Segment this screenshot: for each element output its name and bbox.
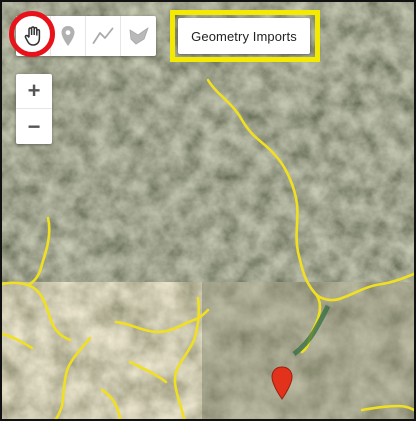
line-draw-tool-button[interactable] <box>86 16 121 56</box>
hand-icon <box>24 26 41 46</box>
satellite-map[interactable] <box>2 2 414 419</box>
zoom-control: + − <box>16 74 52 144</box>
point-marker-tool-button[interactable] <box>51 16 86 56</box>
terrain-right-tile <box>202 282 414 419</box>
polygon-icon <box>129 27 148 45</box>
zoom-out-button[interactable]: − <box>16 109 52 144</box>
drawing-toolbar <box>16 16 156 56</box>
hand-pan-tool-button[interactable] <box>16 16 51 56</box>
geometry-imports-button[interactable]: Geometry Imports <box>178 18 310 54</box>
line-icon <box>92 27 114 44</box>
polygon-draw-tool-button[interactable] <box>121 16 156 56</box>
marker-icon <box>61 26 75 46</box>
zoom-in-button[interactable]: + <box>16 74 52 109</box>
map-pin-icon[interactable] <box>270 366 294 400</box>
map-frame: Geometry Imports + − <box>0 0 416 421</box>
